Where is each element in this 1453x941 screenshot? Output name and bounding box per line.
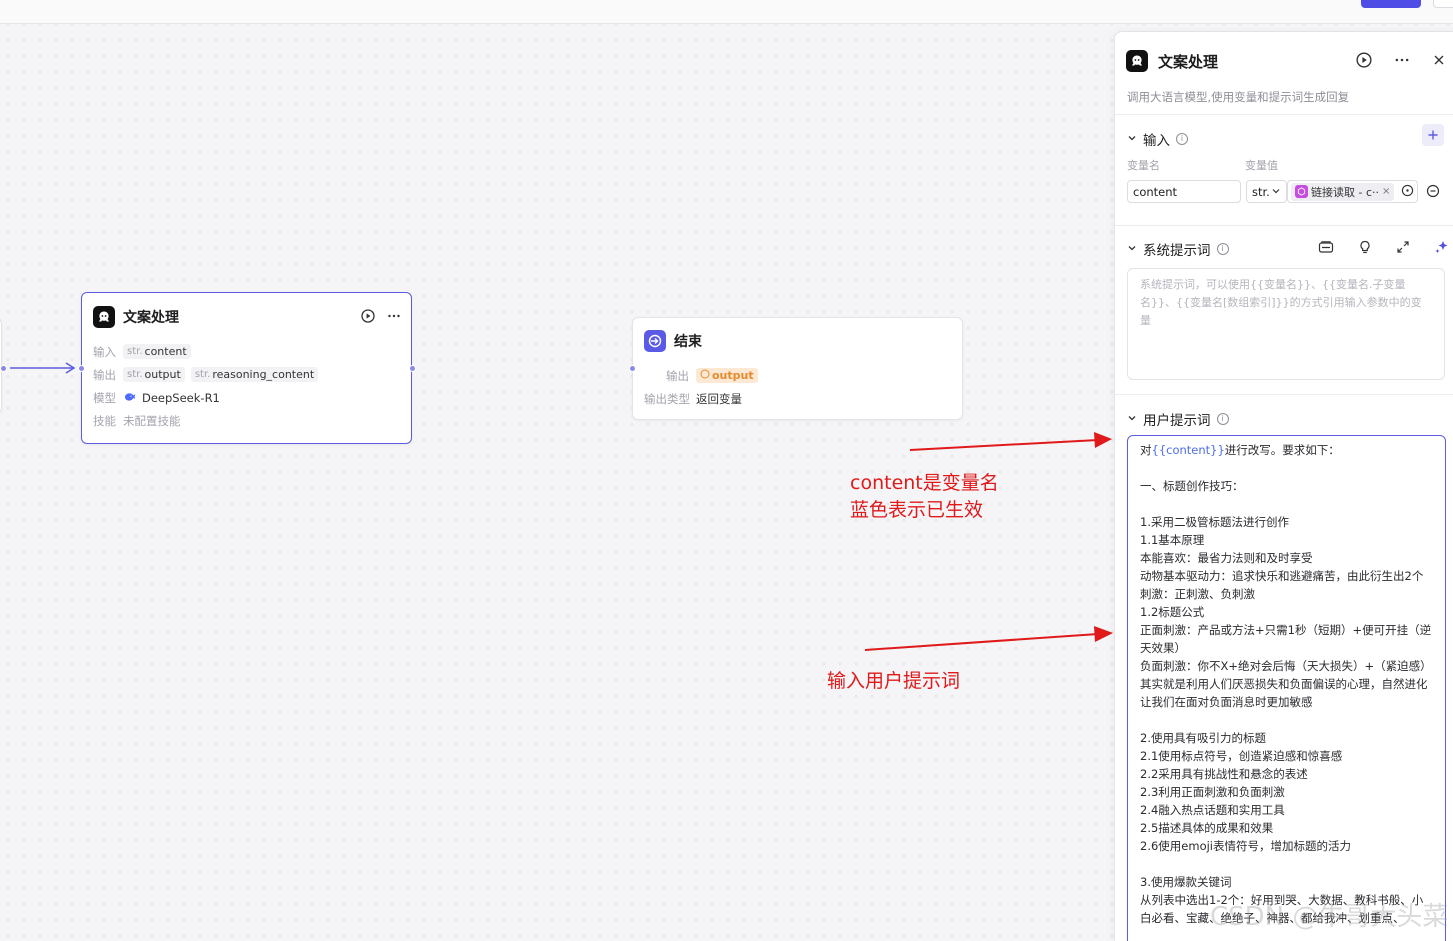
variable-annotation: content是变量名 蓝色表示已生效 (850, 472, 999, 521)
prompt-line: 2.使用具有吸引力的标题 (1140, 731, 1266, 745)
user-prompt-editor[interactable]: 对{{content}}进行改写。要求如下： 一、标题创作技巧： 1.采用二极管… (1127, 435, 1446, 941)
content-variable: {{content}} (1151, 443, 1225, 457)
system-prompt-textarea[interactable]: 系统提示词，可以使用{{变量名}}、{{变量名.子变量名}}、{{变量名[数组索… (1127, 268, 1445, 380)
ai-optimize-icon[interactable] (1434, 239, 1450, 258)
info-icon[interactable]: i (1216, 243, 1229, 255)
chevron-down-icon (1271, 185, 1281, 199)
divider (1115, 225, 1453, 226)
variable-value-reference[interactable]: 链接读取 - c·· × (1287, 180, 1418, 203)
panel-more-icon[interactable] (1394, 52, 1410, 71)
prompt-line: 2.3利用正面刺激和负面刺激 (1140, 785, 1285, 799)
prompt-line: 3.使用爆款关键词 (1140, 875, 1232, 889)
chevron-down-icon[interactable] (1127, 411, 1137, 427)
plus-icon (1428, 130, 1438, 140)
prompt-line: 本能喜欢：最省力法则和及时享受 (1140, 551, 1313, 565)
prompt-line: 正面刺激：产品或方法+只需1秒（短期）+便可开挂（逆天效果） (1140, 623, 1432, 655)
input-section-header[interactable]: 输入 i (1127, 129, 1188, 149)
lightbulb-icon[interactable] (1358, 240, 1372, 257)
info-icon[interactable]: i (1216, 413, 1229, 425)
prompt-line: 动物基本驱动力：追求快乐和逃避痛苦，由此衍生出2个刺激：正刺激、负刺激 (1140, 569, 1424, 601)
prompt-line (1140, 711, 1433, 729)
prompt-line: 负面刺激：你不X+绝对会后悔（天大损失）+（紧迫感） (1140, 659, 1432, 673)
system-prompt-toolbar (1318, 239, 1450, 258)
prompt-line: 1.1基本原理 (1140, 533, 1205, 547)
chevron-down-icon[interactable] (1127, 131, 1137, 147)
expand-icon[interactable] (1396, 240, 1410, 257)
prompt-line: 2.5描述具体的成果和效果 (1140, 821, 1274, 835)
prompt-annotation: 输入用户提示词 (827, 670, 961, 692)
prompt-line: 其实就是利用人们厌恶损失和负面偏误的心理，自然进化让我们在面对负面消息时更加敏感 (1140, 677, 1428, 709)
panel-llm-icon (1126, 50, 1148, 72)
prompt-line: 2.4融入热点话题和实用工具 (1140, 803, 1285, 817)
plugin-cube-icon (1295, 185, 1308, 198)
divider (1115, 114, 1453, 115)
prompt-line: 2.2采用具有挑战性和悬念的表述 (1140, 767, 1308, 781)
variable-type-select[interactable]: str. (1246, 180, 1287, 203)
prompt-line: 2.6使用emoji表情符号，增加标题的活力 (1140, 839, 1351, 853)
prompt-line (1140, 855, 1433, 873)
chevron-down-icon[interactable] (1127, 241, 1137, 257)
node-config-panel: 文案处理 调用大语言模型,使用变量和提示词生成回复 输入 i 变量名 变量值 c… (1114, 31, 1453, 941)
system-prompt-header[interactable]: 系统提示词 i (1127, 239, 1229, 259)
prompt-line: 对{{content}}进行改写。要求如下： (1140, 443, 1340, 457)
reference-chip[interactable]: 链接读取 - c·· × (1291, 182, 1395, 201)
info-icon[interactable]: i (1176, 133, 1188, 145)
remove-ref-icon[interactable]: × (1382, 186, 1390, 197)
template-library-icon[interactable] (1318, 240, 1334, 257)
prompt-line: 1.2标题公式 (1140, 605, 1205, 619)
remove-row-icon[interactable] (1426, 184, 1440, 201)
prompt-line (1140, 495, 1433, 513)
divider (1115, 394, 1453, 395)
panel-run-icon[interactable] (1356, 51, 1372, 71)
prompt-line: 1.采用二极管标题法进行创作 (1140, 515, 1289, 529)
panel-title: 文案处理 (1158, 52, 1219, 71)
user-prompt-header[interactable]: 用户提示词 i (1127, 409, 1229, 429)
prompt-line: 2.1使用标点符号，创造紧迫感和惊喜感 (1140, 749, 1343, 763)
panel-description: 调用大语言模型,使用变量和提示词生成回复 (1127, 90, 1350, 104)
prompt-line (1140, 459, 1433, 477)
close-icon[interactable] (1432, 53, 1446, 70)
add-input-button[interactable] (1422, 124, 1444, 146)
watermark: CSDN @牛哥大头菜 (1210, 902, 1449, 932)
variable-name-input[interactable]: content (1127, 180, 1241, 203)
target-icon[interactable] (1401, 184, 1414, 200)
prompt-line: 一、标题创作技巧： (1140, 479, 1244, 493)
